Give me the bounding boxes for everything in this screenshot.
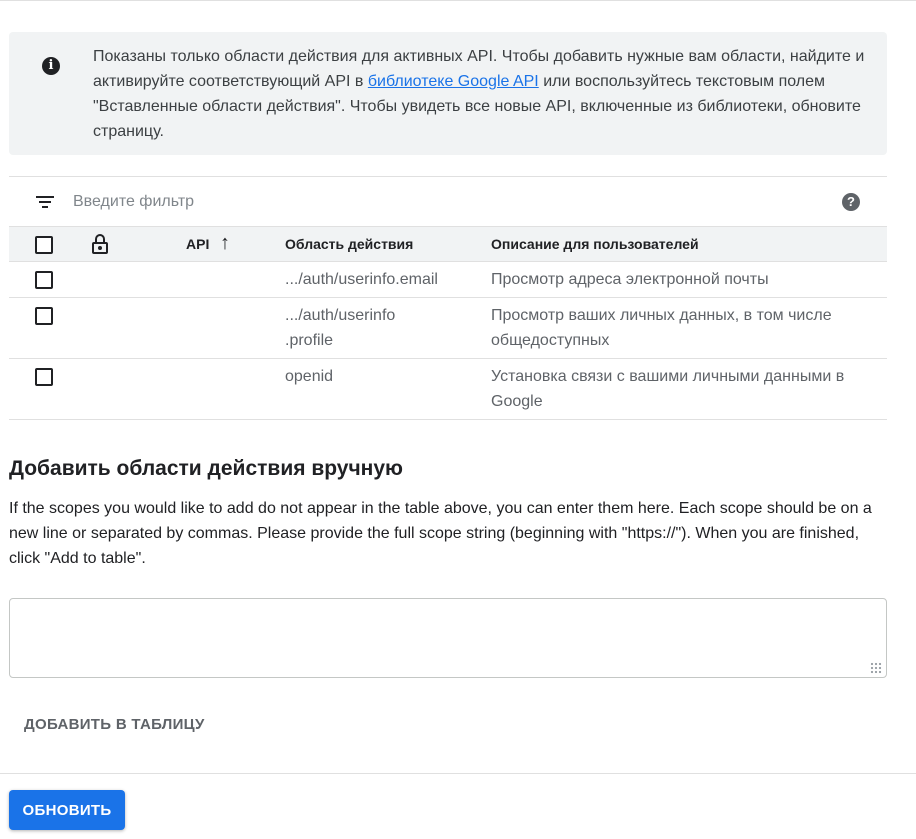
sort-ascending-icon[interactable]: ↑: [220, 232, 230, 254]
row-checkbox[interactable]: [35, 368, 53, 386]
help-icon[interactable]: ?: [842, 193, 860, 211]
table-row: .../auth/userinfo.email Просмотр адреса …: [9, 262, 887, 298]
scope-cell: .../auth/userinfo .profile: [285, 307, 396, 349]
column-header-description: Описание для пользователей: [491, 236, 699, 252]
column-header-api[interactable]: API: [186, 236, 209, 252]
google-api-library-link[interactable]: библиотеке Google API: [368, 73, 539, 90]
filter-input[interactable]: [71, 189, 771, 215]
resize-handle-icon[interactable]: [870, 662, 882, 674]
row-checkbox[interactable]: [35, 307, 53, 325]
add-to-table-button[interactable]: ДОБАВИТЬ В ТАБЛИЦУ: [9, 705, 220, 743]
update-button[interactable]: ОБНОВИТЬ: [9, 790, 125, 830]
table-header: API ↑ Область действия Описание для поль…: [9, 226, 887, 262]
select-all-checkbox[interactable]: [35, 236, 53, 254]
bottom-divider: [0, 773, 916, 774]
description-cell: Просмотр адреса электронной почты: [491, 271, 769, 288]
filter-icon[interactable]: [36, 196, 54, 210]
manual-scopes-description: If the scopes you would like to add do n…: [9, 500, 872, 567]
column-header-scope: Область действия: [285, 236, 414, 252]
info-icon: i: [42, 57, 60, 75]
manual-scopes-textarea[interactable]: [9, 598, 887, 678]
description-cell: Установка связи с вашими личными данными…: [491, 368, 845, 410]
scope-cell: .../auth/userinfo.email: [285, 271, 438, 288]
scope-cell: openid: [285, 368, 334, 385]
table-row: openid Установка связи с вашими личными …: [9, 359, 887, 420]
info-message: Показаны только области действия для акт…: [93, 44, 873, 144]
top-divider: [0, 0, 916, 1]
filter-row: ?: [9, 176, 887, 226]
lock-icon[interactable]: [92, 234, 108, 254]
description-cell: Просмотр ваших личных данных, в том числ…: [491, 307, 832, 349]
manual-scopes-title: Добавить области действия вручную: [9, 457, 403, 480]
row-checkbox[interactable]: [35, 271, 53, 289]
table-row: .../auth/userinfo .profile Просмотр ваши…: [9, 298, 887, 359]
scopes-table: ? API ↑ Область действия Описание для по…: [9, 176, 887, 420]
